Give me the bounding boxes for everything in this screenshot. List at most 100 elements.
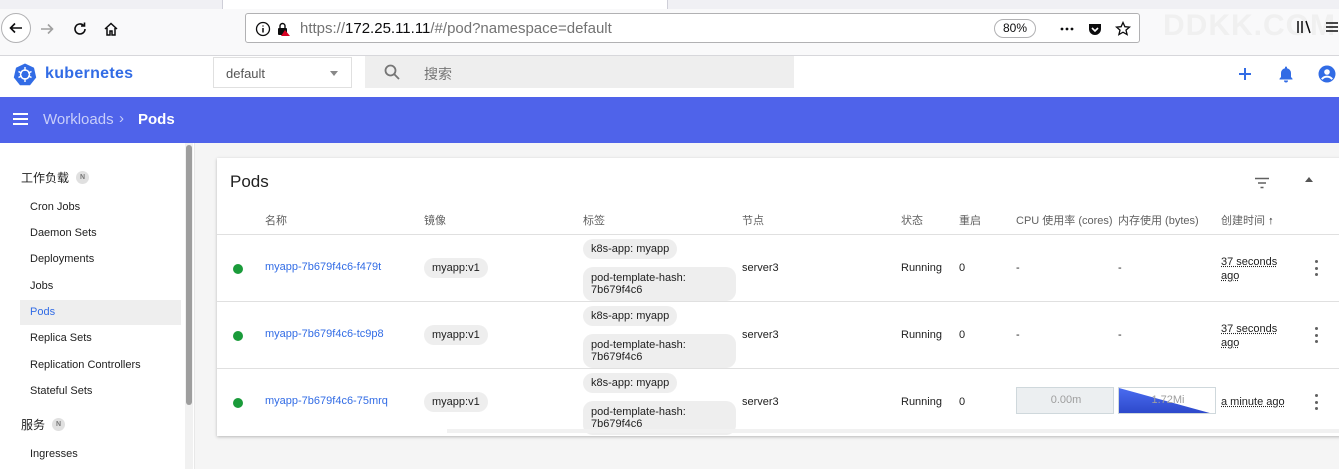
info-icon[interactable]	[253, 19, 273, 39]
node-cell[interactable]: server3	[742, 262, 779, 274]
breadcrumb-separator: ›	[119, 110, 124, 127]
sidebar-item-stateful-sets[interactable]: Stateful Sets	[20, 379, 181, 404]
logo-text: kubernetes	[45, 65, 134, 82]
column-header-created-label: 创建时间	[1221, 215, 1265, 227]
label-chip: k8s-app: myapp	[583, 306, 678, 326]
namespaced-badge: N	[52, 418, 66, 431]
status-cell: Running	[901, 329, 942, 341]
sidebar-scrollbar[interactable]	[185, 143, 193, 469]
node-cell[interactable]: server3	[742, 396, 779, 408]
sidebar-section-label: 工作负载	[21, 171, 70, 185]
namespaced-badge: N	[76, 171, 90, 184]
column-header-restarts[interactable]: 重启	[959, 212, 981, 228]
cpu-cell: -	[1016, 329, 1020, 341]
more-vert-icon[interactable]	[1315, 260, 1319, 276]
sidebar-item-jobs[interactable]: Jobs	[20, 274, 181, 299]
table-row: myapp-7b679f4c6-tc9p8 myapp:v1 k8s-app: …	[217, 301, 1339, 368]
pod-name-link[interactable]: myapp-7b679f4c6-f479t	[265, 261, 381, 273]
page-actions-icon[interactable]	[1057, 19, 1077, 39]
namespace-selector[interactable]: default	[213, 57, 352, 88]
sidebar-item-deployments[interactable]: Deployments	[20, 247, 181, 272]
sidebar-item-cron-jobs[interactable]: Cron Jobs	[20, 195, 181, 220]
create-button[interactable]	[1235, 64, 1255, 84]
pod-name-link[interactable]: myapp-7b679f4c6-75mrq	[265, 395, 388, 407]
home-button[interactable]	[97, 15, 125, 43]
node-cell[interactable]: server3	[742, 329, 779, 341]
forward-button[interactable]	[33, 15, 61, 43]
scrollbar-thumb[interactable]	[186, 145, 192, 405]
cpu-cell: -	[1016, 262, 1020, 274]
restarts-cell: 0	[959, 329, 966, 341]
sort-arrow-up-icon: ↑	[1268, 215, 1274, 227]
notifications-button[interactable]	[1276, 64, 1296, 84]
kubernetes-wheel-icon	[13, 63, 37, 86]
plus-icon	[1239, 68, 1251, 80]
cpu-sparkline[interactable]: 0.00m	[1016, 387, 1114, 414]
reload-button[interactable]	[66, 15, 94, 43]
column-header-memory: 内存使用 (bytes)	[1118, 215, 1199, 227]
library-icon[interactable]	[1294, 17, 1314, 37]
memory-cell: -	[1118, 262, 1122, 274]
back-button[interactable]	[1, 13, 31, 43]
tab-strip	[0, 0, 1339, 9]
status-ok-icon	[233, 398, 243, 408]
horizontal-scrollbar[interactable]	[447, 429, 1339, 433]
restarts-cell: 0	[959, 262, 966, 274]
bookmark-star-icon[interactable]	[1113, 19, 1133, 39]
memory-sparkline-value: 1.72Mi	[1151, 394, 1185, 406]
sidebar-item-replication-controllers[interactable]: Replication Controllers	[20, 353, 181, 378]
collapse-icon[interactable]	[1305, 177, 1313, 182]
pod-name-link[interactable]: myapp-7b679f4c6-tc9p8	[265, 328, 384, 340]
sidebar-item-daemon-sets[interactable]: Daemon Sets	[20, 221, 181, 246]
search-input[interactable]: 搜索	[365, 56, 794, 88]
label-chip: pod-template-hash: 7b679f4c6	[583, 334, 736, 368]
account-circle-icon	[1318, 65, 1336, 83]
url-host: 172.25.11.11	[345, 20, 431, 37]
browser-menu-icon[interactable]	[1322, 17, 1339, 37]
filter-icon[interactable]	[1254, 176, 1270, 194]
sidebar-item-ingresses[interactable]: Ingresses	[20, 442, 181, 467]
card-title: Pods	[230, 172, 269, 191]
sidebar-section-services[interactable]: 服务 N	[21, 416, 66, 433]
more-vert-icon[interactable]	[1315, 327, 1319, 343]
url-path: /#/pod?namespace=default	[430, 20, 612, 37]
column-header-status[interactable]: 状态	[901, 212, 923, 228]
bell-icon	[1279, 66, 1293, 83]
sidebar-section-workloads[interactable]: 工作负载 N	[21, 169, 90, 186]
column-header-name[interactable]: 名称	[265, 212, 287, 228]
pods-card: Pods 名称 镜像 标签 节点 状态 重启 CPU 使用率 (cores) 内…	[217, 158, 1339, 436]
url-text[interactable]: https://172.25.11.11/#/pod?namespace=def…	[300, 20, 612, 37]
memory-cell: -	[1118, 329, 1122, 341]
column-header-created[interactable]: 创建时间 ↑	[1221, 212, 1274, 228]
address-bar[interactable]: https://172.25.11.11/#/pod?namespace=def…	[245, 13, 1140, 43]
insecure-lock-icon[interactable]	[273, 19, 293, 39]
pocket-icon[interactable]	[1085, 19, 1105, 39]
column-header-cpu: CPU 使用率 (cores)	[1016, 215, 1113, 227]
label-chip: k8s-app: myapp	[583, 373, 678, 393]
restarts-cell: 0	[959, 396, 966, 408]
column-header-labels: 标签	[583, 215, 605, 227]
table-row: myapp-7b679f4c6-75mrq myapp:v1 k8s-app: …	[217, 368, 1339, 435]
breadcrumb-current: Pods	[138, 111, 175, 128]
image-chip: myapp:v1	[424, 258, 488, 278]
column-header-image: 镜像	[424, 215, 446, 227]
hamburger-menu-icon[interactable]	[13, 113, 28, 125]
more-vert-icon[interactable]	[1315, 394, 1319, 410]
namespace-value: default	[226, 66, 266, 81]
app-header: kubernetes default 搜索	[0, 56, 1339, 97]
sidebar-item-pods[interactable]: Pods	[20, 300, 181, 325]
breadcrumb-workloads[interactable]: Workloads	[43, 111, 114, 128]
memory-sparkline[interactable]: 1.72Mi	[1118, 387, 1216, 414]
search-icon	[384, 64, 400, 85]
home-icon	[104, 22, 118, 36]
sidebar-item-replica-sets[interactable]: Replica Sets	[20, 326, 181, 351]
active-tab[interactable]	[222, 0, 668, 9]
created-cell: a minute ago	[1221, 396, 1285, 408]
column-header-node[interactable]: 节点	[742, 212, 764, 228]
zoom-level[interactable]: 80%	[994, 19, 1036, 38]
created-cell: 37 seconds ago	[1221, 256, 1278, 282]
kubernetes-logo[interactable]: kubernetes	[13, 62, 133, 86]
cpu-sparkline-value: 0.00m	[1050, 394, 1082, 406]
account-button[interactable]	[1317, 64, 1337, 84]
table-row: myapp-7b679f4c6-f479t myapp:v1 k8s-app: …	[217, 234, 1339, 301]
